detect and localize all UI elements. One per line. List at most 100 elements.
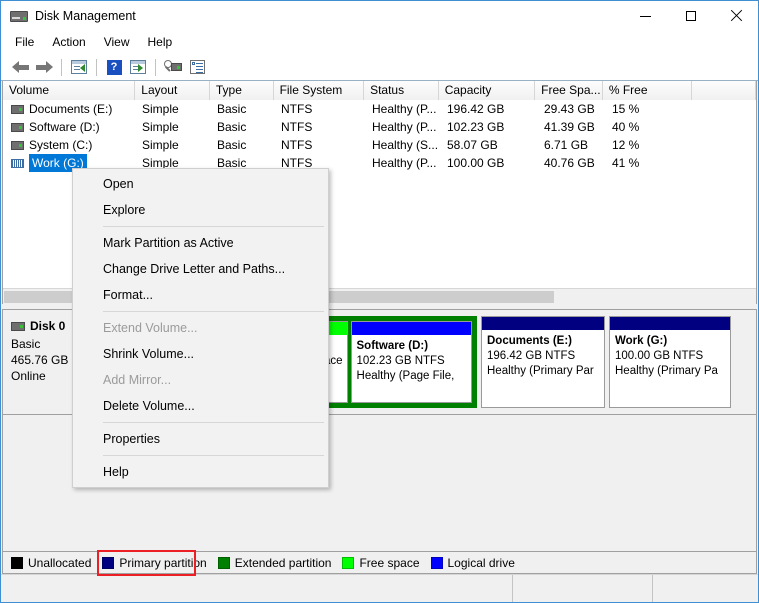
cell-percent-free: 41 % [612, 156, 640, 170]
context-menu-separator [103, 455, 324, 456]
column-header-volume[interactable]: Volume [3, 81, 136, 100]
cell-status: Healthy (P... [372, 102, 437, 116]
volume-label: System (C:) [29, 138, 93, 152]
column-header-file-system[interactable]: File System [273, 81, 365, 100]
partition-size-fs: 196.42 GB NTFS [487, 350, 576, 362]
volume-label: Documents (E:) [29, 102, 113, 116]
legend-label: Free space [359, 555, 420, 570]
partition-software-d[interactable]: Software (D:) 102.23 GB NTFS Healthy (Pa… [350, 321, 472, 403]
partition-text: Software (D:) 102.23 GB NTFS Healthy (Pa… [351, 335, 471, 402]
partition-size-fs: 102.23 GB NTFS [356, 355, 445, 367]
context-menu-item-mark-partition-as-active[interactable]: Mark Partition as Active [73, 230, 328, 256]
cell-status: Healthy (P... [372, 156, 437, 170]
volume-icon-striped [11, 158, 24, 168]
cell-status: Healthy (S... [372, 138, 439, 152]
column-header-extra[interactable] [692, 81, 756, 100]
legend-label: Unallocated [28, 555, 92, 570]
window-title: Disk Management [35, 9, 136, 23]
column-header-capacity[interactable]: Capacity [438, 81, 536, 100]
show-hide-action-pane-icon [130, 60, 146, 74]
partition-name: Work (G:) [615, 335, 668, 347]
minimize-button[interactable] [623, 1, 668, 31]
context-menu-item-open[interactable]: Open [73, 171, 328, 197]
cell-free-space: 41.39 GB [544, 120, 595, 134]
legend-swatch-primary [102, 556, 115, 569]
table-row[interactable]: Documents (E:) Simple Basic NTFS Healthy… [3, 100, 756, 118]
properties-list-icon [189, 60, 205, 74]
menu-help[interactable]: Help [139, 33, 182, 51]
context-menu-separator [103, 422, 324, 423]
toolbar-separator [155, 58, 156, 76]
forward-icon [35, 60, 53, 74]
legend-swatch-unallocated [11, 556, 23, 569]
partition-status: Healthy (Page File, [356, 370, 455, 382]
status-pane-2 [513, 575, 653, 602]
context-menu-item-format[interactable]: Format... [73, 282, 328, 308]
show-hide-console-tree-button[interactable] [67, 56, 91, 78]
context-menu-separator [103, 311, 324, 312]
legend-label: Primary partition [119, 555, 207, 570]
context-menu-item-delete-volume[interactable]: Delete Volume... [73, 393, 328, 419]
context-menu-item-change-drive-letter-and-paths[interactable]: Change Drive Letter and Paths... [73, 256, 328, 282]
menu-view[interactable]: View [95, 33, 139, 51]
status-bar [1, 574, 758, 602]
cell-percent-free: 12 % [612, 138, 640, 152]
menu-bar: File Action View Help [1, 31, 758, 54]
back-button[interactable] [8, 56, 32, 78]
status-pane-1 [1, 575, 513, 602]
disk-management-icon [10, 8, 28, 24]
context-menu-item-properties[interactable]: Properties [73, 426, 328, 452]
forward-button[interactable] [32, 56, 56, 78]
menu-action[interactable]: Action [43, 33, 94, 51]
cell-layout: Simple [142, 138, 179, 152]
disk-name: Disk 0 [30, 319, 66, 333]
column-header-type[interactable]: Type [209, 81, 274, 100]
column-header-status[interactable]: Status [364, 81, 439, 100]
cell-file-system: NTFS [281, 120, 313, 134]
cell-capacity: 196.42 GB [447, 102, 505, 116]
context-menu-item-shrink-volume[interactable]: Shrink Volume... [73, 341, 328, 367]
partition-work-g[interactable]: Work (G:) 100.00 GB NTFS Healthy (Primar… [609, 316, 731, 408]
volume-label: Software (D:) [29, 120, 100, 134]
volume-list-header: Volume Layout Type File System Status Ca… [3, 81, 756, 100]
cell-free-space: 29.43 GB [544, 102, 595, 116]
partition-text: Work (G:) 100.00 GB NTFS Healthy (Primar… [610, 330, 730, 407]
cell-status: Healthy (P... [372, 120, 437, 134]
column-header-percent-free[interactable]: % Free [602, 81, 693, 100]
volume-icon [11, 104, 24, 114]
maximize-icon [685, 11, 696, 21]
disk-icon [11, 321, 25, 331]
partition-color-bar [482, 317, 604, 330]
disk-management-window: Disk Management File Action View Help ? [0, 0, 759, 603]
context-menu-item-help[interactable]: Help [73, 459, 328, 485]
partition-name: Software (D:) [356, 340, 429, 352]
partition-text: Documents (E:) 196.42 GB NTFS Healthy (P… [482, 330, 604, 407]
context-menu-item-add-mirror: Add Mirror... [103, 373, 172, 387]
menu-file[interactable]: File [6, 33, 43, 51]
volume-icon [11, 122, 24, 132]
show-hide-action-pane-button[interactable] [126, 56, 150, 78]
context-menu-item-explore[interactable]: Explore [73, 197, 328, 223]
column-header-layout[interactable]: Layout [135, 81, 210, 100]
volume-icon [11, 140, 24, 150]
partition-documents-e[interactable]: Documents (E:) 196.42 GB NTFS Healthy (P… [481, 316, 605, 408]
properties-button[interactable] [185, 56, 209, 78]
legend-item-free-space: Free space [342, 555, 420, 570]
rescan-disks-button[interactable] [161, 56, 185, 78]
toolbar: ? [1, 54, 758, 81]
legend-label: Extended partition [234, 555, 332, 570]
cell-file-system: NTFS [281, 102, 313, 116]
column-header-free-space[interactable]: Free Spa... [535, 81, 603, 100]
cell-free-space: 6.71 GB [544, 138, 589, 152]
table-row[interactable]: Software (D:) Simple Basic NTFS Healthy … [3, 118, 756, 136]
partition-name: Documents (E:) [487, 335, 572, 347]
partition-color-bar [610, 317, 730, 330]
table-row[interactable]: System (C:) Simple Basic NTFS Healthy (S… [3, 136, 756, 154]
close-button[interactable] [713, 1, 758, 31]
legend-item-logical-drive: Logical drive [430, 556, 515, 570]
toolbar-separator [61, 58, 62, 76]
help-button[interactable]: ? [102, 56, 126, 78]
maximize-button[interactable] [668, 1, 713, 31]
back-icon [11, 60, 29, 74]
context-menu-separator [103, 226, 324, 227]
